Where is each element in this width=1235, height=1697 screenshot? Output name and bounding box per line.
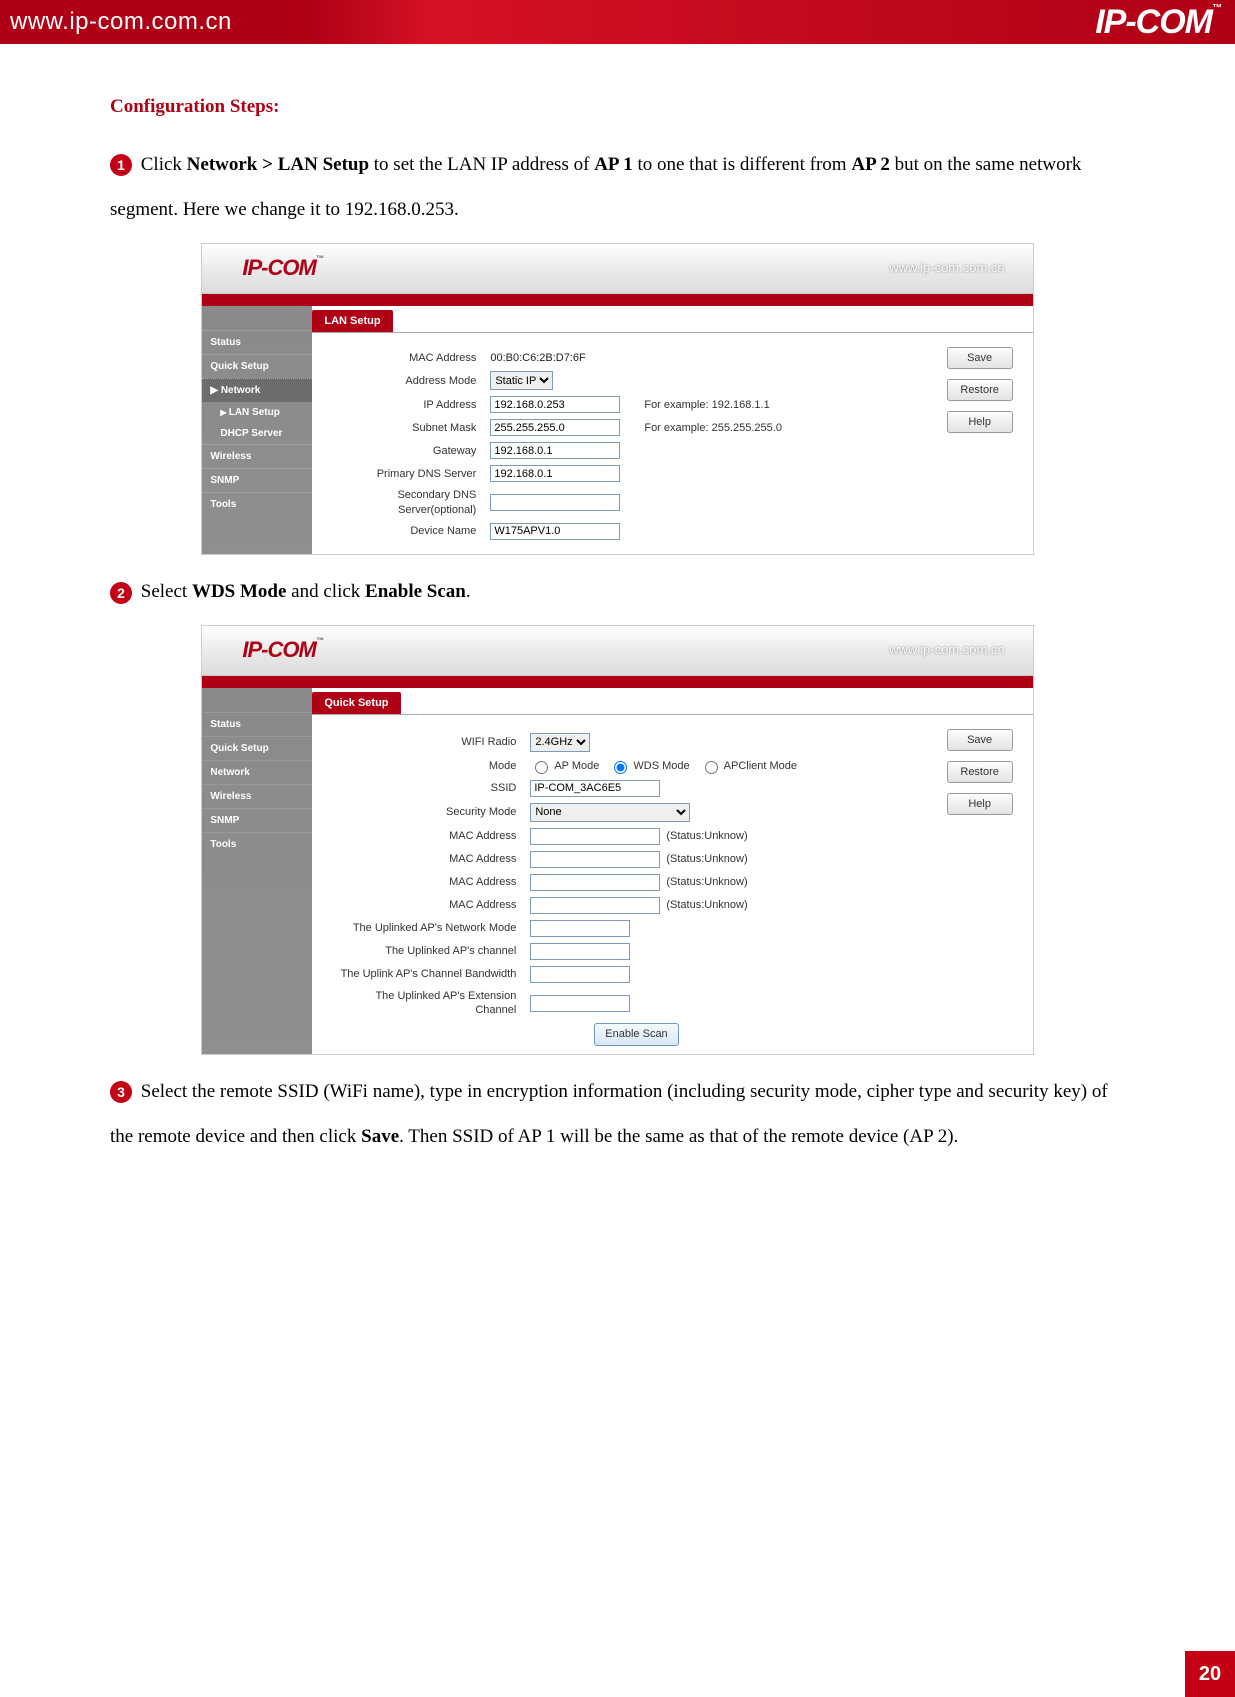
lbl-up-bandwidth: The Uplink AP's Channel Bandwidth [340,967,530,981]
lbl-address-mode: Address Mode [340,374,490,388]
header-brand: IP-COM™ [1095,3,1221,42]
status-mac3: (Status:Unknow) [666,875,747,889]
header-url: www.ip-com.com.cn [10,8,232,36]
shot2-logo: IP-COM™ [242,636,322,665]
lbl-mac: MAC Address [340,351,490,365]
nav-quick-setup[interactable]: Quick Setup [202,354,312,378]
nav-network[interactable]: ▶ Network [202,378,312,402]
nav-tools[interactable]: Tools [202,492,312,516]
input-mac2[interactable] [530,851,660,868]
input-dns1[interactable] [490,465,620,482]
shot1-logo: IP-COM™ [242,254,322,283]
step-1: 1 Click Network > LAN Setup to set the L… [110,142,1125,233]
lbl-ip: IP Address [340,398,490,412]
input-ssid[interactable] [530,780,660,797]
restore-button-2[interactable]: Restore [947,761,1013,783]
input-mac3[interactable] [530,874,660,891]
sel-wifi-radio[interactable]: 2.4GHz [530,733,590,752]
page-number: 20 [1185,1651,1235,1697]
sel-address-mode[interactable]: Static IP [490,371,553,390]
page-header: www.ip-com.com.cn IP-COM™ [0,0,1235,44]
save-button[interactable]: Save [947,347,1013,369]
lbl-gateway: Gateway [340,444,490,458]
nav2-wireless[interactable]: Wireless [202,784,312,808]
input-up-bandwidth[interactable] [530,966,630,983]
lbl-security-mode: Security Mode [340,805,530,819]
lbl-up-ext-channel: The Uplinked AP's Extension Channel [340,989,530,1018]
val-mac: 00:B0:C6:2B:D7:6F [490,351,585,365]
lbl-wds-mode: WDS Mode [633,759,689,773]
help-button[interactable]: Help [947,411,1013,433]
input-up-net-mode[interactable] [530,920,630,937]
step-3-badge: 3 [110,1081,132,1103]
input-mask[interactable] [490,419,620,436]
shot2-nav: Status Quick Setup Network Wireless SNMP… [202,688,312,1054]
nav-status[interactable]: Status [202,330,312,354]
save-button-2[interactable]: Save [947,729,1013,751]
nav2-quick-setup[interactable]: Quick Setup [202,736,312,760]
help-button-2[interactable]: Help [947,793,1013,815]
configuration-steps-title: Configuration Steps: [110,84,1125,130]
lbl-device-name: Device Name [340,524,490,538]
radio-ap-mode[interactable] [535,761,548,774]
input-ip[interactable] [490,396,620,413]
input-gateway[interactable] [490,442,620,459]
nav-wireless[interactable]: Wireless [202,444,312,468]
nav2-status[interactable]: Status [202,712,312,736]
lbl-wifi-radio: WIFI Radio [340,735,530,749]
lbl-mac1: MAC Address [340,829,530,843]
tab-quick-setup[interactable]: Quick Setup [312,692,400,714]
step-3: 3 Select the remote SSID (WiFi name), ty… [110,1069,1125,1160]
nav-lan-setup[interactable]: LAN Setup [202,402,312,423]
lbl-mode: Mode [340,759,530,773]
step-2: 2 Select WDS Mode and click Enable Scan. [110,569,1125,615]
shot1-nav: Status Quick Setup ▶ Network LAN Setup D… [202,306,312,554]
hint-mask: For example: 255.255.255.0 [644,421,782,435]
status-mac4: (Status:Unknow) [666,898,747,912]
lbl-dns1: Primary DNS Server [340,467,490,481]
nav2-network[interactable]: Network [202,760,312,784]
screenshot-wds-mode: IP-COM™ www.ip-com.com.cn Status Quick S… [201,625,1033,1055]
lbl-up-channel: The Uplinked AP's channel [340,944,530,958]
input-up-ext-channel[interactable] [530,995,630,1012]
nav-dhcp-server[interactable]: DHCP Server [202,423,312,444]
step-1-badge: 1 [110,154,132,176]
shot1-url: www.ip-com.com.cn [889,260,1005,277]
radio-wds-mode[interactable] [614,761,627,774]
lbl-mac2: MAC Address [340,852,530,866]
input-dns2[interactable] [490,494,620,511]
lbl-ap-mode: AP Mode [554,759,599,773]
radio-apclient-mode[interactable] [705,761,718,774]
nav2-tools[interactable]: Tools [202,832,312,856]
input-device-name[interactable] [490,523,620,540]
lbl-mac3: MAC Address [340,875,530,889]
lbl-mac4: MAC Address [340,898,530,912]
nav2-snmp[interactable]: SNMP [202,808,312,832]
lbl-apclient-mode: APClient Mode [724,759,797,773]
lbl-mask: Subnet Mask [340,421,490,435]
step-2-badge: 2 [110,582,132,604]
lbl-dns2: Secondary DNSServer(optional) [340,488,490,517]
hint-ip: For example: 192.168.1.1 [644,398,769,412]
enable-scan-button[interactable]: Enable Scan [594,1023,678,1045]
nav-snmp[interactable]: SNMP [202,468,312,492]
sel-security-mode[interactable]: None [530,803,690,822]
screenshot-lan-setup: IP-COM™ www.ip-com.com.cn Status Quick S… [201,243,1033,555]
status-mac1: (Status:Unknow) [666,829,747,843]
input-mac4[interactable] [530,897,660,914]
status-mac2: (Status:Unknow) [666,852,747,866]
tab-lan-setup[interactable]: LAN Setup [312,310,392,332]
lbl-up-net-mode: The Uplinked AP's Network Mode [340,921,530,935]
restore-button[interactable]: Restore [947,379,1013,401]
input-mac1[interactable] [530,828,660,845]
shot2-url: www.ip-com.com.cn [889,642,1005,659]
lbl-ssid: SSID [340,781,530,795]
input-up-channel[interactable] [530,943,630,960]
